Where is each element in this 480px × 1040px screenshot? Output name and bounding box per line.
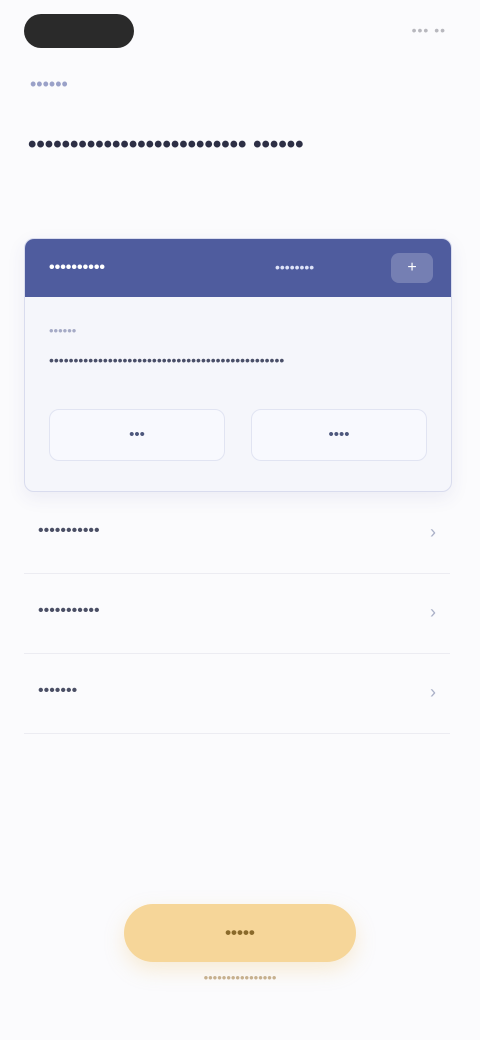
card-action-button-right[interactable]: •••• — [251, 409, 427, 461]
list-item-label: ••••••••••• — [38, 522, 100, 539]
featured-card: •••••••••• •••••••• + •••••• •••••••••••… — [24, 238, 452, 492]
chevron-right-icon: › — [430, 522, 436, 542]
status-pill — [24, 14, 134, 48]
card-header: •••••••••• •••••••• + — [25, 239, 451, 297]
page-subtitle: •••••• — [30, 74, 68, 94]
screen: ••• •• •••••• ••••••••••••••••••••••••••… — [0, 0, 480, 1040]
card-add-button[interactable]: + — [391, 253, 433, 283]
list-item[interactable]: ••••••• › — [24, 654, 450, 734]
chevron-right-icon: › — [430, 602, 436, 622]
cta-note: •••••••••••••••• — [203, 970, 277, 985]
chevron-right-icon: › — [430, 682, 436, 702]
list-item[interactable]: ••••••••••• › — [24, 574, 450, 654]
card-label: •••••• — [49, 323, 77, 338]
card-actions: ••• •••• — [49, 409, 427, 461]
card-body: •••••• •••••••••••••••••••••••••••••••••… — [49, 323, 427, 370]
card-title: •••••••••• — [49, 259, 106, 276]
plus-icon: + — [407, 259, 417, 276]
list-item[interactable]: ••••••••••• › — [24, 494, 450, 574]
card-action-button-left[interactable]: ••• — [49, 409, 225, 461]
list-item-label: ••••••• — [38, 682, 78, 699]
card-text: ••••••••••••••••••••••••••••••••••••••••… — [49, 352, 285, 368]
page-title: •••••••••••••••••••••••••• •••••• — [28, 131, 304, 158]
list-item-label: ••••••••••• — [38, 602, 100, 619]
primary-action-button[interactable]: ••••• — [124, 904, 356, 962]
status-right-text: ••• •• — [411, 22, 446, 38]
card-tag: •••••••• — [275, 259, 315, 275]
settings-list: ••••••••••• › ••••••••••• › ••••••• › — [24, 494, 450, 734]
